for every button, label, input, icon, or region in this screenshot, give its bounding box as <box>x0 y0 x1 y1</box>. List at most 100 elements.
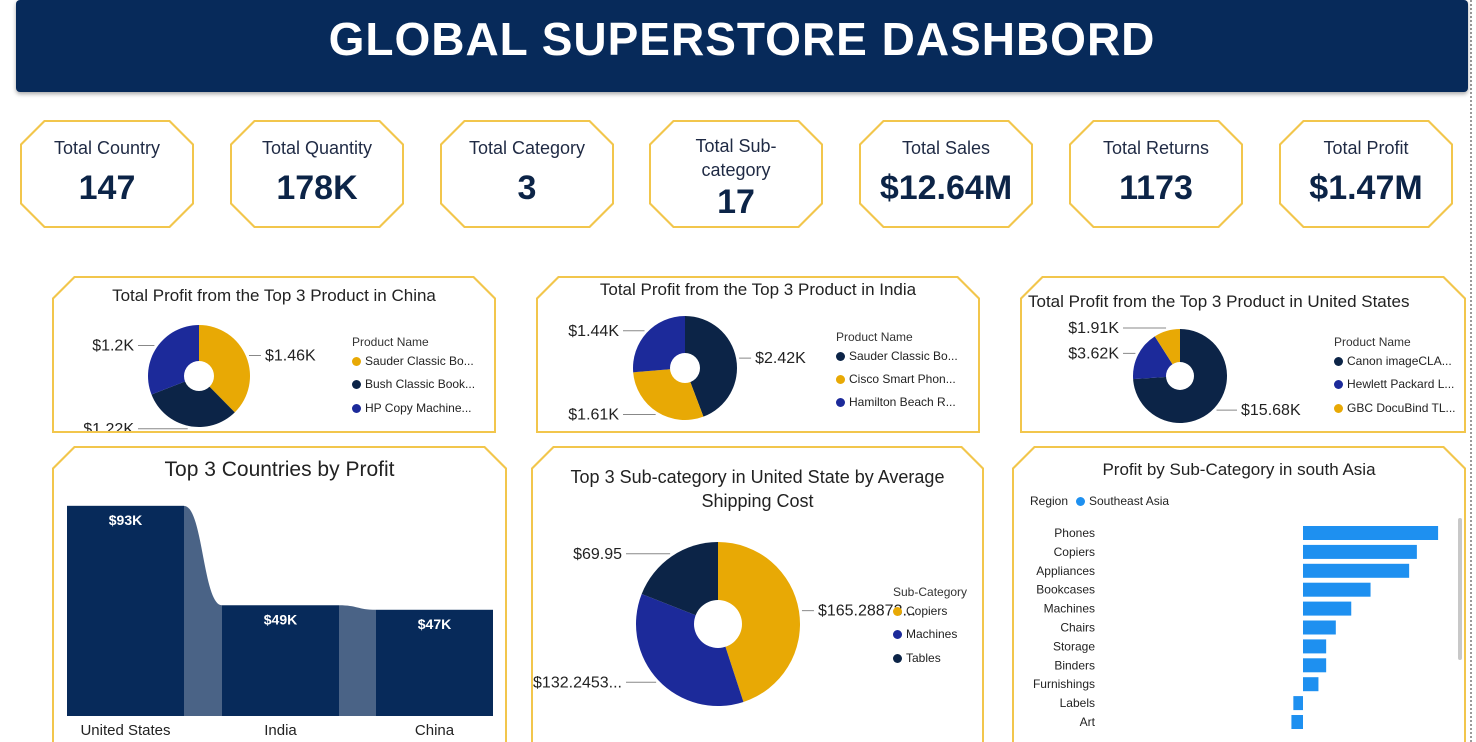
kpi-label: Total Country <box>53 138 161 158</box>
y-tick-label: Furnishings <box>1033 677 1095 691</box>
kpi-value: 178K <box>276 169 358 207</box>
y-tick-label: Storage <box>1053 639 1095 653</box>
legend-item[interactable]: Bush Classic Book... <box>352 377 475 391</box>
y-tick-label: Machines <box>1044 602 1095 616</box>
kpi-value: 147 <box>78 169 136 207</box>
bar <box>1303 564 1409 578</box>
data-label: $1.46K <box>265 348 316 365</box>
legend-label: Sauder Classic Bo... <box>365 354 474 368</box>
kpi-total-profit: Total Profit $1.47M <box>1279 120 1453 228</box>
legend-dot <box>836 375 845 384</box>
y-tick-label: Copiers <box>1054 545 1095 559</box>
data-label: $69.95 <box>573 546 622 563</box>
legend-label: Hamilton Beach R... <box>849 395 956 409</box>
legend-item[interactable]: Machines <box>893 627 957 641</box>
bar <box>1303 621 1336 635</box>
legend-item[interactable]: HP Copy Machine... <box>352 401 472 415</box>
kpi-total-category: Total Category 3 <box>440 120 614 228</box>
legend-item[interactable]: Hamilton Beach R... <box>836 395 956 409</box>
y-tick-label: Labels <box>1060 696 1095 710</box>
data-label: $1.2K <box>92 338 134 355</box>
kpi-total-quantity: Total Quantity 178K <box>230 120 404 228</box>
ribbon-connector <box>184 506 222 716</box>
legend-dot <box>352 380 361 389</box>
data-label: $132.2453... <box>533 674 622 691</box>
y-tick-label: Appliances <box>1036 564 1095 578</box>
legend-label: Copiers <box>906 604 948 618</box>
bar <box>1303 602 1351 616</box>
legend-item[interactable]: Sauder Classic Bo... <box>836 349 958 363</box>
data-label: $1.44K <box>568 323 619 340</box>
legend-label: HP Copy Machine... <box>365 401 472 415</box>
bar <box>1303 526 1438 540</box>
us-subcategory-shipping-card: Top 3 Sub-category in United State by Av… <box>531 446 984 742</box>
kpi-label: Total Profit <box>1323 138 1409 158</box>
kpi-value: 3 <box>517 169 537 207</box>
legend-dot <box>893 607 902 616</box>
legend-item[interactable]: Cisco Smart Phon... <box>836 372 956 386</box>
legend-item[interactable]: Copiers <box>893 604 947 618</box>
legend-dot <box>352 357 361 366</box>
legend-dot <box>1334 380 1343 389</box>
ribbon-connector <box>339 605 376 716</box>
legend-title: Sub-Category <box>893 585 968 599</box>
kpi-total-returns: Total Returns 1173 <box>1069 120 1243 228</box>
legend-label: Sauder Classic Bo... <box>849 349 958 363</box>
subcategory-profit-card: Profit by Sub-Category in south Asia Reg… <box>1012 446 1466 742</box>
kpi-value: 17 <box>717 183 755 221</box>
legend-label: Hewlett Packard L... <box>1347 377 1455 391</box>
legend-dot <box>352 404 361 413</box>
kpi-value: 1173 <box>1119 169 1193 207</box>
legend-label: Bush Classic Book... <box>365 377 476 391</box>
data-label: $93K <box>109 512 142 528</box>
y-tick-label: Chairs <box>1060 621 1095 635</box>
data-label: $47K <box>418 616 451 632</box>
top3-countries-card: Top 3 Countries by Profit $93K United Sta… <box>52 446 507 742</box>
bar <box>1303 545 1417 559</box>
kpi-label: Total Category <box>468 138 586 158</box>
legend-label: Cisco Smart Phon... <box>849 372 956 386</box>
legend-item[interactable]: Canon imageCLA... <box>1334 354 1452 368</box>
china-top3-products-card: Total Profit from the Top 3 Product in C… <box>52 276 496 433</box>
legend-dot <box>836 352 845 361</box>
bar <box>1303 639 1326 653</box>
data-label: $1.22K <box>83 421 134 431</box>
donut-hole <box>184 361 214 391</box>
india-top3-products-card: Total Profit from the Top 3 Product in I… <box>536 276 980 433</box>
legend-item[interactable]: GBC DocuBind TL... <box>1334 401 1456 415</box>
kpi-total-country: Total Country 147 <box>20 120 194 228</box>
legend-dot <box>893 630 902 639</box>
y-tick-label: Art <box>1080 715 1096 729</box>
legend-item[interactable]: Tables <box>893 651 941 665</box>
legend-title: Product Name <box>1334 335 1411 349</box>
legend-title: Product Name <box>352 335 429 349</box>
dashboard-title: GLOBAL SUPERSTORE DASHBORD <box>328 13 1156 65</box>
data-label: $49K <box>264 611 297 627</box>
legend-dot <box>893 654 902 663</box>
legend-item[interactable]: Hewlett Packard L... <box>1334 377 1454 391</box>
legend-item[interactable]: Sauder Classic Bo... <box>352 354 474 368</box>
legend-title: Product Name <box>836 330 913 344</box>
legend-label: Tables <box>906 651 941 665</box>
data-label: $3.62K <box>1068 345 1119 362</box>
data-label: $1.61K <box>568 407 619 424</box>
kpi-label: Total Returns <box>1102 138 1210 158</box>
dashboard-header: GLOBAL SUPERSTORE DASHBORD <box>16 0 1468 92</box>
legend-dot <box>1334 404 1343 413</box>
vertical-scrollbar[interactable] <box>1458 518 1462 660</box>
bar <box>67 506 184 716</box>
legend-label: Machines <box>906 627 958 641</box>
data-label: $15.68K <box>1241 402 1301 419</box>
bar <box>1293 696 1303 710</box>
legend-dot <box>1334 357 1343 366</box>
kpi-value: $12.64M <box>879 169 1013 207</box>
us-top3-products-card: Total Profit from the Top 3 Product in U… <box>1020 276 1466 433</box>
subcategory-profit-bar-chart: Phones Copiers Appliances Bookcases Machines… <box>1014 448 1464 742</box>
kpi-label: Total Quantity <box>261 138 373 158</box>
y-tick-label: Phones <box>1054 526 1095 540</box>
x-tick-label: India <box>264 722 297 739</box>
bar <box>1303 677 1318 691</box>
bar <box>1303 583 1371 597</box>
donut-hole <box>694 600 742 648</box>
bar <box>1303 658 1326 672</box>
